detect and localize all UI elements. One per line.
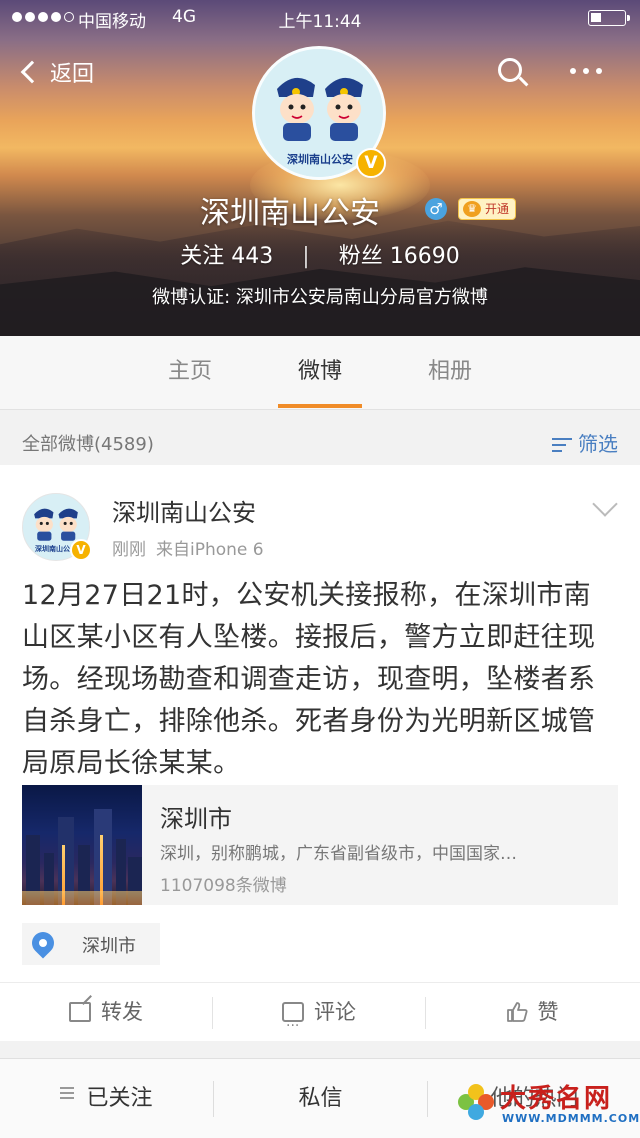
watermark-url: WWW.MDMMM.COM — [502, 1112, 640, 1125]
post-action-bar: 转发 评论 赞 — [0, 982, 640, 1055]
share-icon — [69, 1002, 91, 1022]
search-icon[interactable] — [496, 56, 530, 90]
post-meta: 刚刚 来自iPhone 6 — [112, 535, 264, 560]
message-button[interactable]: 私信 — [214, 1059, 427, 1138]
profile-tabs: 主页 微博 相册 — [0, 336, 640, 410]
tab-album[interactable]: 相册 — [390, 336, 510, 410]
thumbs-up-icon — [506, 1002, 527, 1022]
link-card-count: 1107098条微博 — [160, 876, 287, 896]
status-time: 上午11:44 — [278, 12, 362, 32]
like-label: 赞 — [537, 1000, 559, 1024]
message-label: 私信 — [298, 1086, 343, 1111]
following-link[interactable]: 关注 443 — [180, 244, 273, 269]
tab-weibo[interactable]: 微博 — [260, 336, 380, 410]
follow-stats: 关注 443 | 粉丝 16690 — [0, 238, 640, 270]
topic-link-card[interactable]: 深圳市 深圳，别称鹏城，广东省副省级市，中国国家… 1107098条微博 — [22, 785, 618, 905]
comment-icon — [282, 997, 304, 1055]
status-bar: 中国移动 4G 上午11:44 — [0, 0, 640, 36]
verified-badge-icon: V — [70, 539, 92, 561]
watermark-title: 大秀名网 — [500, 1084, 613, 1114]
chevron-down-icon[interactable] — [592, 491, 618, 517]
post-count: 全部微博(4589) — [22, 434, 154, 455]
location-label: 深圳市 — [82, 936, 136, 957]
comment-label: 评论 — [314, 1000, 356, 1024]
filter-label: 筛选 — [578, 432, 618, 456]
menu-lines-icon — [60, 1084, 75, 1102]
filter-button[interactable]: 筛选 — [552, 428, 618, 457]
tab-home[interactable]: 主页 — [130, 336, 250, 410]
clover-logo-icon — [456, 1082, 496, 1122]
male-gender-icon: ♂ — [425, 198, 447, 220]
city-night-thumbnail — [22, 785, 142, 905]
chevron-left-icon — [20, 60, 44, 84]
feed-filter-bar: 全部微博(4589) 筛选 — [0, 420, 640, 464]
comment-button[interactable]: 评论 — [213, 983, 425, 1055]
following-button[interactable]: 已关注 — [0, 1059, 213, 1138]
post-source: 来自iPhone 6 — [156, 540, 264, 560]
post-body: 12月27日21时，公安机关接报称，在深圳市南山区某小区有人坠楼。接报后，警方立… — [22, 580, 596, 779]
filter-icon — [552, 437, 572, 453]
profile-name-text: 深圳南山公安 — [200, 196, 380, 231]
back-label: 返回 — [50, 62, 95, 87]
vip-open-button[interactable]: ♛ 开通 — [458, 198, 517, 220]
repost-label: 转发 — [101, 1000, 143, 1024]
more-icon[interactable] — [570, 68, 602, 74]
profile-name: 深圳南山公安 — [0, 188, 640, 232]
followers-link[interactable]: 粉丝 16690 — [339, 244, 460, 269]
link-card-description: 深圳，别称鹏城，广东省副省级市，中国国家… — [160, 844, 517, 864]
location-tag[interactable]: 深圳市 — [22, 923, 160, 965]
site-watermark: 大秀名网 WWW.MDMMM.COM — [450, 1078, 639, 1134]
repost-button[interactable]: 转发 — [0, 983, 212, 1041]
battery-icon — [588, 10, 630, 26]
following-count: 443 — [231, 244, 274, 269]
like-button[interactable]: 赞 — [426, 983, 638, 1041]
stats-divider: | — [302, 244, 310, 269]
crown-icon: ♛ — [463, 201, 481, 217]
post-author[interactable]: 深圳南山公安 — [112, 493, 256, 528]
location-pin-icon — [27, 927, 59, 959]
post-time: 刚刚 — [112, 540, 146, 560]
post-card: 深圳南山公安 V 深圳南山公安 刚刚 来自iPhone 6 12月27日21时，公… — [0, 465, 640, 1055]
link-card-title: 深圳市 — [160, 805, 232, 833]
followers-count: 16690 — [389, 244, 460, 269]
verified-badge-icon: V — [356, 148, 386, 178]
back-button[interactable]: 返回 — [18, 54, 94, 90]
following-status-label: 已关注 — [86, 1086, 153, 1111]
vip-label: 开通 — [485, 202, 510, 216]
followers-label: 粉丝 — [338, 244, 383, 269]
following-label: 关注 — [180, 244, 225, 269]
profile-header: 中国移动 4G 上午11:44 返回 深圳南山公安 V 深圳南山公安 ♂ ♛ 开… — [0, 0, 640, 336]
verification-text: 微博认证: 深圳市公安局南山分局官方微博 — [152, 287, 488, 308]
